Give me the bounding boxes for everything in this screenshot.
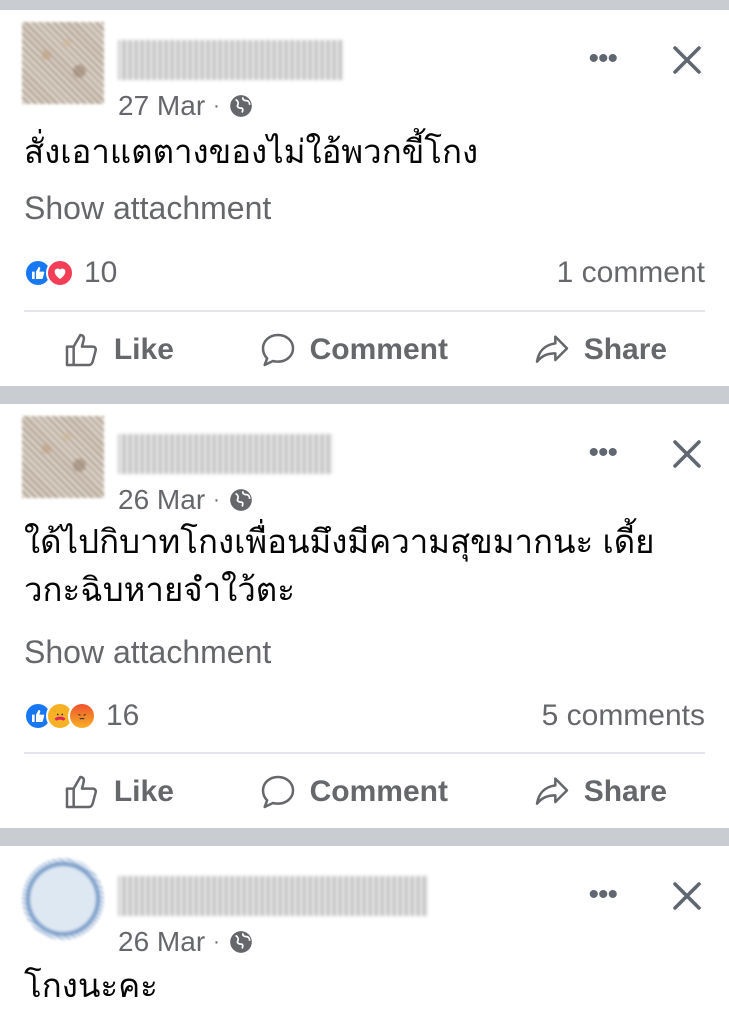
divider: [24, 752, 705, 754]
avatar[interactable]: [22, 416, 104, 498]
reaction-summary[interactable]: 10: [24, 256, 117, 290]
action-bar: Like Comment Share: [0, 762, 729, 822]
reaction-count: 16: [106, 699, 140, 732]
globe-icon: [229, 489, 252, 511]
comment-button[interactable]: Comment: [258, 330, 448, 370]
action-bar: Like Comment Share: [0, 320, 729, 380]
comment-icon: [261, 775, 294, 809]
like-label: Like: [113, 333, 174, 366]
post-card: 26 Mar · ••• โกงนะคะ: [0, 846, 729, 1024]
post-meta: 26 Mar ·: [118, 926, 254, 958]
love-reaction-icon: [46, 259, 74, 287]
globe-icon: [229, 95, 252, 117]
comment-icon: [261, 333, 294, 367]
like-button[interactable]: Like: [62, 330, 174, 370]
more-options-icon[interactable]: •••: [588, 44, 617, 74]
author-name-blurred[interactable]: [118, 434, 333, 474]
meta-separator: ·: [213, 930, 220, 953]
more-options-icon[interactable]: •••: [588, 438, 617, 468]
like-label: Like: [113, 775, 174, 808]
thumbs-up-icon: [65, 775, 97, 809]
share-icon: [535, 777, 568, 805]
thumbs-up-icon: [65, 333, 97, 367]
show-attachment-link[interactable]: Show attachment: [24, 190, 271, 227]
share-label: Share: [583, 775, 668, 808]
comment-label: Comment: [309, 333, 448, 366]
divider: [24, 310, 705, 312]
post-card: 26 Mar · ••• ใด้ไปกิบาทโกงเพื่อนมึงมีควา…: [0, 404, 729, 828]
post-meta: 26 Mar ·: [118, 484, 254, 516]
comment-label: Comment: [309, 775, 448, 808]
post-date[interactable]: 27 Mar: [118, 90, 205, 122]
author-name-blurred[interactable]: [118, 40, 343, 80]
post-text: สั่งเอาแตตางของไม่ใอ้พวกขี้โกง: [24, 133, 479, 170]
share-button[interactable]: Share: [532, 330, 667, 370]
show-attachment-link[interactable]: Show attachment: [24, 634, 271, 671]
share-button[interactable]: Share: [532, 772, 667, 812]
post-text: โกงนะคะ: [24, 967, 158, 1004]
close-icon[interactable]: [669, 42, 705, 78]
close-icon[interactable]: [669, 436, 705, 472]
meta-separator: ·: [213, 94, 220, 117]
post-date[interactable]: 26 Mar: [118, 926, 205, 958]
post-date[interactable]: 26 Mar: [118, 484, 205, 516]
like-button[interactable]: Like: [62, 772, 174, 812]
share-icon: [535, 335, 568, 363]
comments-count[interactable]: 1 comment: [557, 256, 705, 290]
comments-count[interactable]: 5 comments: [542, 699, 705, 733]
comment-button[interactable]: Comment: [258, 772, 448, 812]
angry-reaction-icon: [68, 702, 96, 730]
post-card: 27 Mar · ••• สั่งเอาแตตางของไม่ใอ้พวกขี้…: [0, 10, 729, 386]
share-label: Share: [583, 333, 668, 366]
reaction-count: 10: [84, 256, 118, 289]
avatar[interactable]: [22, 22, 104, 104]
globe-icon: [229, 931, 252, 953]
post-meta: 27 Mar ·: [118, 90, 254, 122]
meta-separator: ·: [213, 488, 220, 511]
avatar[interactable]: [22, 858, 104, 940]
author-name-blurred[interactable]: [118, 876, 428, 916]
more-options-icon[interactable]: •••: [588, 880, 617, 910]
close-icon[interactable]: [669, 878, 705, 914]
post-text: ใด้ไปกิบาทโกงเพื่อนมึงมีความสุขมากนะ เดี…: [24, 523, 655, 608]
reaction-summary[interactable]: 16: [24, 699, 139, 733]
